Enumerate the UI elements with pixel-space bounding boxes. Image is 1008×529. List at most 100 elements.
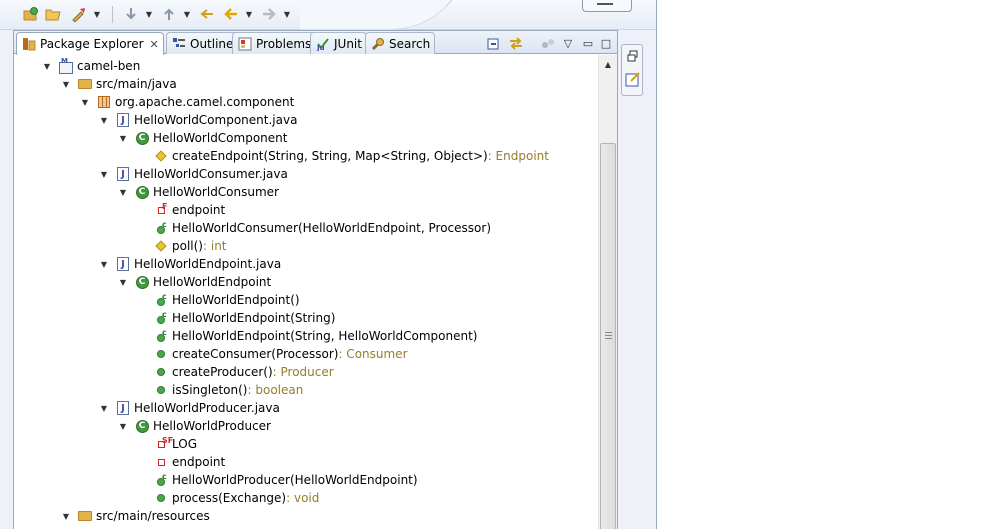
tab-label: Package Explorer [40,37,144,51]
tree-item[interactable]: c HelloWorldEndpoint(String) [137,309,335,327]
return-type: : Endpoint [487,149,549,163]
previous-annotation-icon[interactable] [160,5,178,23]
expand-toggle-icon[interactable]: ▼ [118,188,128,197]
package-explorer-icon [21,36,37,52]
tab-problems[interactable]: Problems [232,32,317,54]
tab-label: JUnit [334,36,362,51]
tree-item[interactable]: ▼ C HelloWorldProducer [118,417,271,435]
scrollbar-thumb[interactable] [600,143,616,529]
problems-icon [237,36,253,52]
tree-item[interactable]: ▼ C HelloWorldComponent [118,129,288,147]
tree-item[interactable]: c HelloWorldConsumer(HelloWorldEndpoint, … [137,219,491,237]
maximize-icon[interactable]: □ [598,35,614,51]
tree-item[interactable]: isSingleton() : boolean [137,381,303,399]
tree-item[interactable]: ▼ org.apache.camel.component [80,93,294,111]
run-dropdown-icon[interactable]: ▼ [92,5,102,23]
open-folder-icon[interactable] [44,5,62,23]
view-menu-icon[interactable]: ▽ [560,35,576,51]
tree-item[interactable]: ▼ C HelloWorldConsumer [118,183,279,201]
tree-item[interactable]: Fendpoint [137,201,225,219]
tree-item[interactable]: createEndpoint(String, String, Map<Strin… [137,147,549,165]
tab-outline[interactable]: Outline [166,32,239,54]
run-icon[interactable] [70,5,88,23]
vertical-scrollbar[interactable]: ▲ [598,55,617,529]
tree-item[interactable]: ▼ Mcamel-ben [42,57,140,75]
forward-dropdown-icon[interactable]: ▼ [282,5,292,23]
tree-item[interactable]: SF LOG [137,435,197,453]
tree-item-label: process(Exchange) [172,491,287,505]
tree-item[interactable]: c HelloWorldEndpoint(String, HelloWorldCo… [137,327,478,345]
expand-toggle-icon[interactable]: ▼ [99,404,109,413]
scrollbar-grip [605,332,612,339]
tree-item-label: isSingleton() [172,383,248,397]
field-private-icon [153,454,169,470]
tree-item-label: HelloWorldEndpoint() [172,293,300,307]
close-icon[interactable]: ✕ [150,38,159,51]
expand-toggle-icon[interactable]: ▼ [80,98,90,107]
expand-toggle-icon[interactable]: ▼ [61,512,71,521]
expand-toggle-icon[interactable]: ▼ [118,422,128,431]
tree-item[interactable]: ▼ J HelloWorldConsumer.java [99,165,288,183]
collapse-all-icon[interactable] [486,35,502,51]
next-annotation-icon[interactable] [122,5,140,23]
link-with-editor-icon[interactable] [508,35,524,51]
return-type: : Consumer [338,347,408,361]
tree-item-label: HelloWorldComponent.java [134,113,298,127]
tree-item-label: HelloWorldEndpoint(String) [172,311,336,325]
previous-annotation-dropdown-icon[interactable]: ▼ [182,5,192,23]
tab-package-explorer[interactable]: Package Explorer ✕ [16,32,164,55]
tree-item[interactable]: ▼ J HelloWorldProducer.java [99,399,280,417]
tree-item-label: HelloWorldEndpoint.java [134,257,282,271]
back-dropdown-icon[interactable]: ▼ [244,5,254,23]
java-icon: J [115,112,131,128]
expand-toggle-icon[interactable]: ▼ [99,116,109,125]
package-tree: ▼ Mcamel-ben ▼ src/main/java ▼ org.apache.cam… [14,55,597,529]
tree-item-label: HelloWorldConsumer(HelloWorldEndpoint, P… [172,221,491,235]
tab-junit[interactable]: Ju JUnit [310,32,367,54]
expand-toggle-icon[interactable]: ▼ [42,62,52,71]
expand-toggle-icon[interactable]: ▼ [61,80,71,89]
last-edit-location-icon[interactable] [198,5,216,23]
minimize-icon[interactable]: ▭ [580,35,596,51]
tree-item[interactable]: c HelloWorldEndpoint() [137,291,300,309]
tree-item-label: createProducer() [172,365,273,379]
expand-toggle-icon[interactable]: ▼ [118,278,128,287]
tree-item[interactable]: process(Exchange) : void [137,489,319,507]
eclipse-window: ▼ ▼ ▼ ▼ ▼ Package Explorer ✕ Outline Pro… [0,0,657,529]
expand-toggle-icon[interactable]: ▼ [99,260,109,269]
tree-item-label: HelloWorldProducer(HelloWorldEndpoint) [172,473,418,487]
expand-toggle-icon[interactable]: ▼ [99,170,109,179]
tab-label: Problems [256,36,312,51]
restore-icon[interactable] [625,48,641,64]
focus-on-active-task-icon[interactable] [540,35,556,51]
tree-item[interactable]: ▼ C HelloWorldEndpoint [118,273,271,291]
tab-search[interactable]: Search [365,32,436,54]
tree-item-label: LOG [172,437,198,451]
java-icon: J [115,256,131,272]
tree-item[interactable]: endpoint [137,453,225,471]
task-list-icon[interactable] [625,71,641,87]
return-type: : boolean [247,383,304,397]
tree-item[interactable]: c HelloWorldProducer(HelloWorldEndpoint) [137,471,418,489]
tree-item[interactable]: ▼META-INF [80,525,171,529]
forward-icon[interactable] [260,5,278,23]
tree-item[interactable]: ▼ src/main/java [61,75,177,93]
open-project-icon[interactable] [22,5,40,23]
back-icon[interactable] [222,5,240,23]
empty-area [657,0,1008,529]
tree-item[interactable]: createConsumer(Processor) : Consumer [137,345,408,363]
tree-item[interactable]: createProducer() : Producer [137,363,334,381]
next-annotation-dropdown-icon[interactable]: ▼ [144,5,154,23]
method-public-icon [153,490,169,506]
expand-toggle-icon[interactable]: ▼ [118,134,128,143]
tree-item[interactable]: ▼ J HelloWorldEndpoint.java [99,255,281,273]
junit-icon: Ju [315,36,331,52]
window-control[interactable] [582,0,632,12]
tree-item[interactable]: ▼ src/main/resources [61,507,210,525]
view-tab-bar: Package Explorer ✕ Outline Problems Ju J [14,31,617,55]
tree-item[interactable]: poll() : int [137,237,227,255]
java-icon: J [115,400,131,416]
tree-item[interactable]: ▼ J HelloWorldComponent.java [99,111,297,129]
scroll-up-icon[interactable]: ▲ [599,55,617,73]
package-explorer-view: Package Explorer ✕ Outline Problems Ju J [13,30,618,529]
